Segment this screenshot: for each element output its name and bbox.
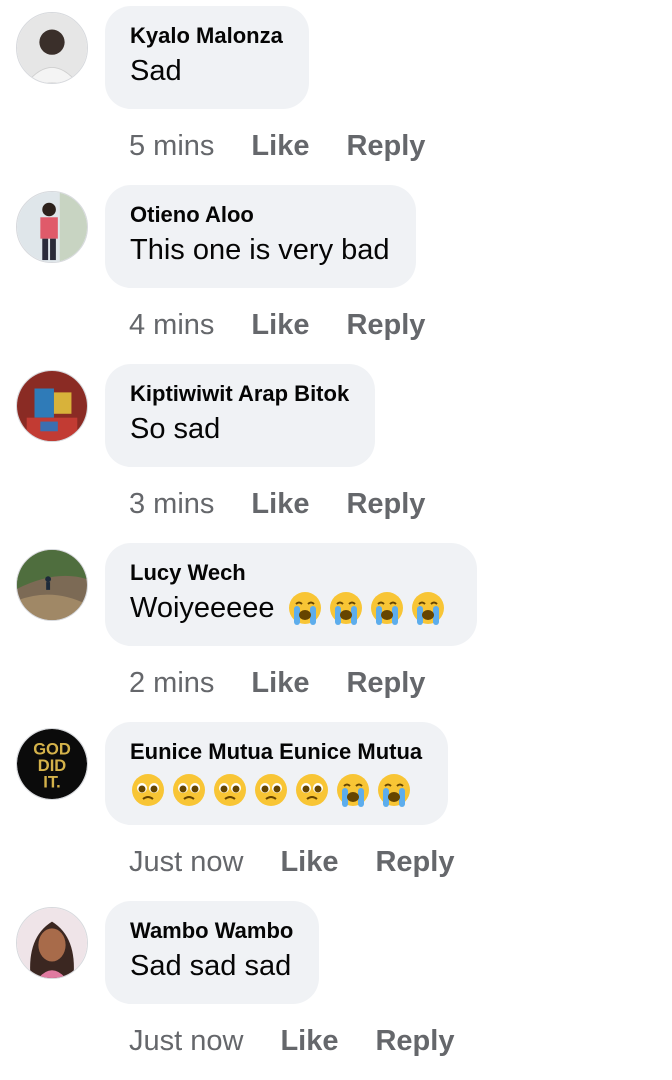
reply-button[interactable]: Reply	[375, 1025, 454, 1058]
loudly-crying-face-icon	[369, 590, 405, 626]
reply-button[interactable]: Reply	[346, 488, 425, 521]
comment-text-content: Woiyeeeee	[130, 592, 275, 624]
like-button[interactable]: Like	[280, 846, 338, 879]
comment-actions: Just now Like Reply	[129, 1021, 454, 1061]
like-button[interactable]: Like	[280, 1025, 338, 1058]
reply-button[interactable]: Reply	[346, 130, 425, 163]
like-button[interactable]: Like	[251, 309, 309, 342]
comment-bubble: Eunice Mutua Eunice Mutua	[105, 722, 449, 825]
comment: Lucy Wech Woiyeeeee 2 mins Like Reply	[0, 543, 672, 722]
comment-author[interactable]: Kyalo Malonza	[130, 22, 283, 50]
pleading-face-icon	[130, 772, 166, 808]
loudly-crying-face-icon	[328, 590, 364, 626]
avatar-photo	[17, 550, 87, 620]
comment-timestamp[interactable]: 2 mins	[129, 667, 214, 700]
loudly-crying-face-icon	[410, 590, 446, 626]
comment-bubble: Lucy Wech Woiyeeeee	[105, 543, 477, 646]
comment-timestamp[interactable]: 3 mins	[129, 488, 214, 521]
comment: Otieno Aloo This one is very bad 4 mins …	[0, 185, 672, 364]
comment-timestamp[interactable]: Just now	[129, 846, 243, 879]
comment-bubble: Wambo Wambo Sad sad sad	[105, 901, 320, 1004]
avatar[interactable]	[16, 907, 88, 979]
comment-actions: Just now Like Reply	[129, 842, 454, 882]
pleading-face-icon	[212, 772, 248, 808]
pleading-face-icon	[294, 772, 330, 808]
reply-button[interactable]: Reply	[346, 667, 425, 700]
pleading-face-icon	[171, 772, 207, 808]
avatar-logo: GOD DID IT.	[17, 729, 87, 799]
avatar-photo	[17, 371, 87, 441]
comment-bubble: Otieno Aloo This one is very bad	[105, 185, 416, 288]
comment-author[interactable]: Eunice Mutua Eunice Mutua	[130, 738, 422, 766]
pleading-face-icon	[253, 772, 289, 808]
avatar[interactable]	[16, 549, 88, 621]
comment-actions: 5 mins Like Reply	[129, 126, 425, 166]
loudly-crying-face-icon	[376, 772, 412, 808]
comment: Wambo Wambo Sad sad sad Just now Like Re…	[0, 901, 672, 1080]
loudly-crying-face-icon	[287, 590, 323, 626]
comment-author[interactable]: Otieno Aloo	[130, 201, 390, 229]
reply-button[interactable]: Reply	[375, 846, 454, 879]
comment-author[interactable]: Kiptiwiwit Arap Bitok	[130, 380, 349, 408]
avatar-logo-line-3: IT.	[43, 772, 60, 791]
comment-bubble: Kiptiwiwit Arap Bitok So sad	[105, 364, 376, 467]
comment-actions: 2 mins Like Reply	[129, 663, 425, 703]
avatar[interactable]: GOD DID IT.	[16, 728, 88, 800]
comment: Kyalo Malonza Sad 5 mins Like Reply	[0, 6, 672, 185]
comment-timestamp[interactable]: 4 mins	[129, 309, 214, 342]
avatar-photo	[17, 192, 87, 262]
comment-text	[130, 772, 422, 808]
loudly-crying-face-icon	[335, 772, 371, 808]
avatar[interactable]	[16, 370, 88, 442]
comment-text: Sad sad sad	[130, 950, 292, 982]
reply-button[interactable]: Reply	[346, 309, 425, 342]
comment-bubble: Kyalo Malonza Sad	[105, 6, 309, 109]
avatar[interactable]	[16, 191, 88, 263]
comment-actions: 4 mins Like Reply	[129, 305, 425, 345]
comment-timestamp[interactable]: 5 mins	[129, 130, 214, 163]
avatar[interactable]	[16, 12, 88, 84]
comment: Kiptiwiwit Arap Bitok So sad 3 mins Like…	[0, 364, 672, 543]
avatar-photo	[17, 13, 87, 83]
comment-text: Sad	[130, 55, 182, 87]
comment-actions: 3 mins Like Reply	[129, 484, 425, 524]
comment-author[interactable]: Lucy Wech	[130, 559, 451, 587]
comment-timestamp[interactable]: Just now	[129, 1025, 243, 1058]
avatar-photo	[17, 908, 87, 978]
like-button[interactable]: Like	[251, 667, 309, 700]
comment-text: This one is very bad	[130, 234, 390, 266]
comment-text: Woiyeeeee	[130, 589, 451, 627]
comment-author[interactable]: Wambo Wambo	[130, 917, 293, 945]
like-button[interactable]: Like	[251, 488, 309, 521]
like-button[interactable]: Like	[251, 130, 309, 163]
comment-text: So sad	[130, 413, 221, 445]
comment: GOD DID IT. Eunice Mutua Eunice Mutua Ju…	[0, 722, 672, 901]
